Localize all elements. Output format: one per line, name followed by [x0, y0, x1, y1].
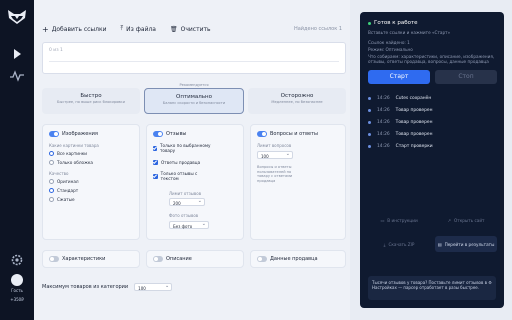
plus-icon: + [42, 24, 49, 34]
reviews-toggle[interactable] [153, 131, 163, 137]
radio-compressed[interactable]: Сжатые [49, 197, 75, 202]
url-input[interactable]: 0 из 1 [42, 42, 346, 74]
review-photos-select[interactable]: Без фото [169, 221, 209, 229]
description-card: Описание [146, 250, 244, 268]
mode-optimal[interactable]: Рекомендуется Оптимально Баланс скорости и… [144, 83, 244, 114]
log-entry: 14:26 Товар проверен [368, 108, 432, 113]
mode-careful[interactable]: Осторожно Медленнее, но безопаснее [248, 88, 346, 114]
images-toggle[interactable] [49, 131, 59, 137]
start-button[interactable]: Старт [368, 70, 430, 84]
instructions-button[interactable]: ▭ В инструкции [368, 212, 430, 228]
sidebar-nav: Гость +350₽ [0, 0, 34, 320]
log-entry: 14:26 Сutes сохранён [368, 96, 431, 101]
trash-icon: 🗑 [169, 25, 178, 33]
tip-box: Тысячи отзывов у товара? Поставьте лимит… [368, 276, 496, 300]
user-balance: +350₽ [10, 297, 24, 302]
download-zip-button[interactable]: ⤓ Скачать ZIP [368, 236, 430, 252]
characteristics-toggle[interactable] [49, 256, 59, 262]
from-file-button[interactable]: ⤒ Из файла [121, 25, 156, 33]
download-icon: ⤓ [383, 241, 386, 247]
max-category-select[interactable]: 100 [134, 283, 173, 291]
results-icon: ▤ [437, 241, 442, 247]
url-line: 0 из 1 [49, 48, 63, 53]
mode-fast[interactable]: Быстро Быстрее, но выше риск блокировки [42, 88, 140, 114]
clear-button[interactable]: 🗑 Очистить [170, 26, 211, 33]
toolbar: + Добавить ссылки ⤒ Из файла 🗑 Очистить Най… [42, 22, 342, 36]
max-category-row: Максимум товаров из категории 100 [42, 283, 173, 291]
play-icon[interactable] [9, 46, 25, 62]
user-name: Гость [11, 288, 23, 293]
activity-icon[interactable] [9, 68, 25, 84]
description-toggle[interactable] [153, 256, 163, 262]
qa-card: Вопросы и ответы Лимит вопросов 100 Вопр… [250, 124, 346, 240]
status-title: Готов к работе [368, 20, 418, 26]
reviews-card: Отзывы Только по выбранному товару Ответ… [146, 124, 244, 240]
mode-selector: Быстро Быстрее, но выше риск блокировки Р… [42, 83, 346, 114]
raccoon-logo-icon [8, 10, 26, 24]
reviews-limit-select[interactable]: 200 [169, 198, 205, 206]
avatar[interactable] [11, 274, 23, 286]
images-card: Изображения Какие картинки товара Все ка… [42, 124, 140, 240]
characteristics-card: Характеристики [42, 250, 140, 268]
seller-data-card: Данные продавца [250, 250, 346, 268]
radio-cover-only[interactable]: Только обложка [49, 160, 93, 165]
checkbox-selected-product[interactable]: Только по выбранному товару [153, 143, 213, 153]
checkbox-seller-answers[interactable]: Ответы продавца [153, 160, 200, 165]
log-entry: 14:26 Товар проверен [368, 120, 432, 125]
gear-icon[interactable] [9, 252, 25, 268]
qa-toggle[interactable] [257, 131, 267, 137]
main-panel: + Добавить ссылки ⤒ Из файла 🗑 Очистить Най… [34, 0, 350, 320]
go-to-results-button[interactable]: ▤ Перейти в результаты [435, 236, 497, 252]
checkbox-text-only[interactable]: Только отзывы с текстом [153, 171, 213, 181]
folder-icon: ▭ [380, 217, 385, 223]
questions-limit-select[interactable]: 100 [257, 151, 293, 159]
add-links-button[interactable]: + Добавить ссылки [42, 25, 107, 34]
link-icon: ↗ [447, 217, 451, 223]
divider [49, 61, 339, 62]
links-found-count: Найдено ссылок 1 [293, 26, 342, 32]
status-panel: Готов к работе Вставьте ссылки и нажмите… [360, 12, 504, 308]
stop-button[interactable]: Стоп [435, 70, 497, 84]
open-site-button[interactable]: ↗ Открыть сайт [435, 212, 497, 228]
radio-all-images[interactable]: Все картинки [49, 151, 87, 156]
log-entry: 14:26 Старт проверки [368, 144, 433, 149]
radio-standard[interactable]: Стандарт [49, 188, 78, 193]
upload-icon: ⤒ [120, 25, 124, 32]
log-entry: 14:26 Товар проверен [368, 132, 432, 137]
status-dot-icon [368, 21, 371, 25]
radio-original[interactable]: Оригинал [49, 179, 79, 184]
seller-data-toggle[interactable] [257, 256, 267, 262]
